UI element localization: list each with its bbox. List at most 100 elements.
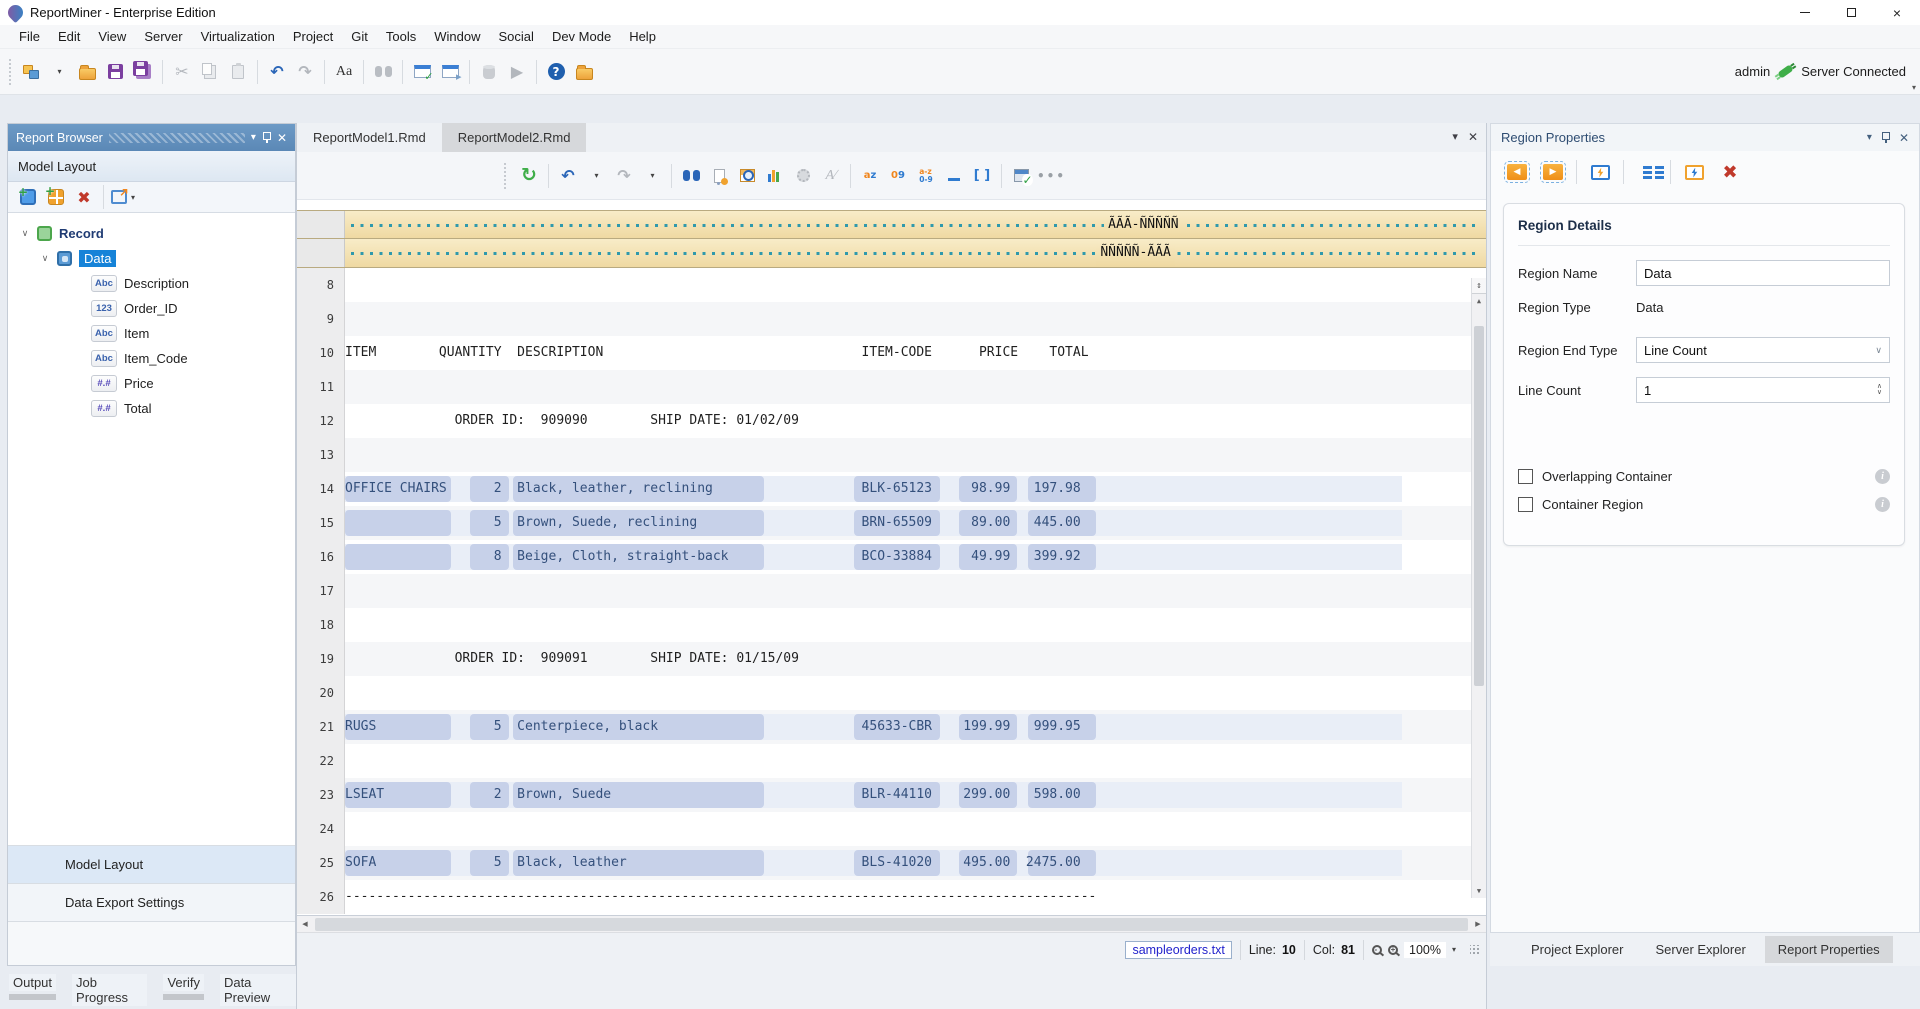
run-window-icon[interactable]: ▸ <box>438 59 462 85</box>
resize-grip[interactable] <box>1470 945 1480 955</box>
chevron-down-icon[interactable]: ∨ <box>20 228 30 239</box>
refresh-icon[interactable]: ↻ <box>517 163 541 189</box>
report-line[interactable]: 20 <box>297 676 1486 710</box>
open-folder-icon[interactable] <box>75 59 99 85</box>
scroll-right-icon[interactable]: ▶ <box>1470 920 1486 928</box>
report-line[interactable]: 26--------------------------------------… <box>297 880 1486 914</box>
horizontal-scrollbar[interactable]: ◀ ▶ <box>297 916 1486 933</box>
region-name-input[interactable]: Data <box>1636 260 1890 286</box>
tree-node-field[interactable]: AbcDescription <box>8 271 295 296</box>
menu-server[interactable]: Server <box>135 26 191 47</box>
vertical-scrollbar[interactable]: ⇕ ▲ ▼ <box>1471 278 1486 898</box>
zoom-caret-icon[interactable]: ▾ <box>1452 945 1456 954</box>
chevron-down-icon[interactable]: ∨ <box>40 253 50 264</box>
report-line[interactable]: 21RUGS 5 Centerpiece, black 45633-CBR 19… <box>297 710 1486 744</box>
redo-edit-icon[interactable]: ↷ <box>612 163 636 189</box>
zoom-in-icon[interactable]: + <box>1388 945 1398 955</box>
checkbox-container-region[interactable] <box>1518 497 1533 512</box>
save-all-icon[interactable] <box>131 59 155 85</box>
tree-node-data[interactable]: ∨Data <box>8 246 295 271</box>
tab-project-explorer[interactable]: Project Explorer <box>1518 936 1636 963</box>
help-icon[interactable]: ? <box>544 59 568 85</box>
minimize-button[interactable] <box>1782 0 1828 25</box>
menu-project[interactable]: Project <box>284 26 342 47</box>
export-layout-icon[interactable]: ➔▾ <box>111 184 135 210</box>
report-line[interactable]: 13 <box>297 438 1486 472</box>
pin-icon[interactable] <box>262 131 271 144</box>
tree-node-field[interactable]: #.#Total <box>8 396 295 421</box>
export-table-icon[interactable]: ✓ <box>1009 163 1033 189</box>
report-line[interactable]: 17 <box>297 574 1486 608</box>
cut-icon[interactable]: ✂ <box>170 59 194 85</box>
panel-menu-icon[interactable]: ▾ <box>251 132 256 143</box>
report-editor[interactable]: ÃÃÃ-ÑÑÑÑÑÑÑÑÑÑ-ÃÃÃ 8910ITEM QUANTITY DES… <box>297 200 1486 916</box>
report-line[interactable]: 24 <box>297 812 1486 846</box>
menu-edit[interactable]: Edit <box>49 26 89 47</box>
panel-drag-hatch[interactable] <box>109 133 245 143</box>
split-handle-icon[interactable]: ⇕ <box>1472 278 1486 294</box>
add-field-list-icon[interactable] <box>1635 159 1659 185</box>
sort-range-icon[interactable]: a-z0-9 <box>914 163 938 189</box>
pin-icon[interactable] <box>1881 131 1890 144</box>
analyze-icon[interactable] <box>763 163 787 189</box>
menu-window[interactable]: Window <box>425 26 489 47</box>
close-panel-icon[interactable]: ✕ <box>277 131 287 145</box>
nav-item-model-layout[interactable]: Model Layout <box>8 846 295 884</box>
undo-edit-icon[interactable]: ↶ <box>556 163 580 189</box>
report-line[interactable]: 10ITEM QUANTITY DESCRIPTION ITEM-CODE PR… <box>297 336 1486 370</box>
dropdown-caret-icon[interactable]: ▾ <box>640 163 664 189</box>
menu-tools[interactable]: Tools <box>377 26 425 47</box>
report-line[interactable]: 14OFFICE CHAIRS 2 Black, leather, reclin… <box>297 472 1486 506</box>
tree-node-field[interactable]: #.#Price <box>8 371 295 396</box>
panel-menu-icon[interactable]: ▾ <box>1867 132 1872 143</box>
menu-social[interactable]: Social <box>490 26 543 47</box>
preview-window-icon[interactable]: ✓ <box>410 59 434 85</box>
report-line[interactable]: 18 <box>297 608 1486 642</box>
move-region-start-left-icon[interactable]: ◀ <box>1505 159 1529 185</box>
region-end-type-select[interactable]: Line Count∨ <box>1636 337 1890 363</box>
zoom-out-icon[interactable]: - <box>1372 945 1382 955</box>
toolbar-overflow-icon[interactable]: ▾ <box>1912 83 1916 92</box>
nav-item-data-export-settings[interactable]: Data Export Settings <box>8 884 295 922</box>
run-icon[interactable]: ▶ <box>505 59 529 85</box>
vertical-scroll-thumb[interactable] <box>1474 326 1484 686</box>
tree-node-field[interactable]: AbcItem_Code <box>8 346 295 371</box>
report-line[interactable]: 25SOFA 5 Black, leather BLS-41020 495.00… <box>297 846 1486 880</box>
delete-node-icon[interactable]: ✖ <box>72 184 96 210</box>
paste-icon[interactable] <box>226 59 250 85</box>
dock-tab-data-preview[interactable]: Data Preview <box>220 974 296 1009</box>
line-count-spinner[interactable]: 1∧∨ <box>1636 377 1890 403</box>
menu-virtualization[interactable]: Virtualization <box>192 26 284 47</box>
scroll-up-icon[interactable]: ▲ <box>1472 294 1486 308</box>
zoom-level[interactable]: 100% <box>1404 942 1446 958</box>
report-line[interactable]: 15 5 Brown, Suede, reclining BRN-65509 8… <box>297 506 1486 540</box>
dropdown-caret-icon[interactable]: ▾ <box>584 163 608 189</box>
redo-icon[interactable]: ↷ <box>293 59 317 85</box>
new-model-icon[interactable] <box>19 59 43 85</box>
menu-view[interactable]: View <box>89 26 135 47</box>
find-icon[interactable] <box>371 59 395 85</box>
tab-list-icon[interactable]: ▾ <box>1452 130 1458 144</box>
sort-numeric-icon[interactable]: 09 <box>886 163 910 189</box>
tree-node-field[interactable]: 123Order_ID <box>8 296 295 321</box>
undo-icon[interactable]: ↶ <box>265 59 289 85</box>
import-database-icon[interactable] <box>477 59 501 85</box>
dock-tab-output[interactable]: Output <box>9 974 56 1009</box>
menu-help[interactable]: Help <box>620 26 665 47</box>
tree-node-record[interactable]: ∨Record <box>8 221 295 246</box>
report-line[interactable]: 12 ORDER ID: 909090 SHIP DATE: 01/02/09 <box>297 404 1486 438</box>
doc-toolbar-grip[interactable] <box>503 162 508 190</box>
save-icon[interactable] <box>103 59 127 85</box>
copy-icon[interactable] <box>198 59 222 85</box>
report-line[interactable]: 23LSEAT 2 Brown, Suede BLR-44110 299.00 … <box>297 778 1486 812</box>
source-file-link[interactable]: sampleorders.txt <box>1125 941 1231 959</box>
menu-git[interactable]: Git <box>342 26 377 47</box>
auto-create-fields-icon[interactable] <box>707 163 731 189</box>
move-region-start-right-icon[interactable]: ▶ <box>1541 159 1565 185</box>
report-line[interactable]: 22 <box>297 744 1486 778</box>
close-panel-icon[interactable]: ✕ <box>1899 131 1909 145</box>
dock-tab-job-progress[interactable]: Job Progress <box>72 974 147 1009</box>
scroll-left-icon[interactable]: ◀ <box>297 920 313 928</box>
checkbox-overlapping-container[interactable] <box>1518 469 1533 484</box>
preview-data-icon[interactable] <box>735 163 759 189</box>
